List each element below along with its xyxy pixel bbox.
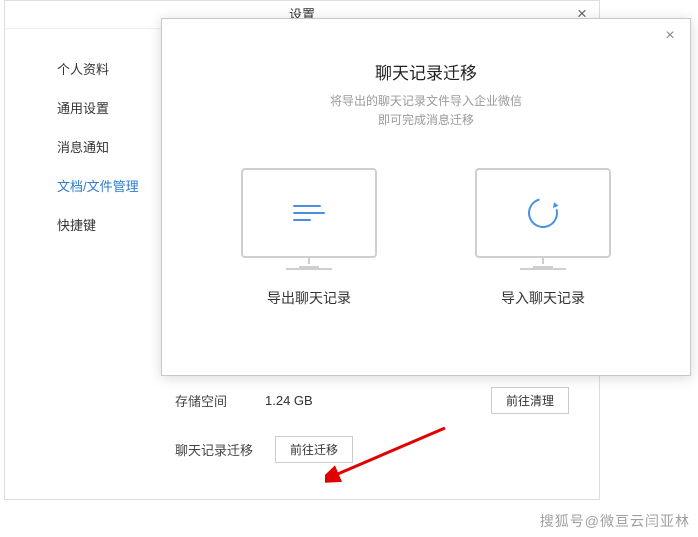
export-option[interactable]: 导出聊天记录 (209, 168, 409, 308)
storage-label: 存储空间 (175, 391, 265, 410)
migrate-label: 聊天记录迁移 (175, 440, 275, 459)
monitor-icon (475, 168, 611, 258)
storage-value: 1.24 GB (265, 393, 491, 408)
sidebar-item-label: 消息通知 (57, 140, 109, 155)
watermark: 搜狐号@微亘云闫亚林 (540, 511, 690, 531)
dialog-subtitle: 将导出的聊天记录文件导入企业微信 即可完成消息迁移 (162, 92, 690, 130)
migrate-dialog: × 聊天记录迁移 将导出的聊天记录文件导入企业微信 即可完成消息迁移 导出聊天记… (161, 18, 691, 376)
import-option[interactable]: 导入聊天记录 (443, 168, 643, 308)
refresh-icon (523, 193, 564, 234)
close-icon[interactable]: × (658, 25, 682, 49)
monitor-base (520, 268, 566, 270)
sidebar-item-files[interactable]: 文档/文件管理 (5, 166, 145, 205)
sidebar-item-notifications[interactable]: 消息通知 (5, 127, 145, 166)
cleanup-button[interactable]: 前往清理 (491, 387, 569, 414)
monitor-stand (299, 258, 319, 268)
import-label: 导入聊天记录 (443, 288, 643, 308)
migrate-button[interactable]: 前往迁移 (275, 436, 353, 463)
monitor-icon (241, 168, 377, 258)
dialog-title: 聊天记录迁移 (162, 59, 690, 84)
storage-row: 存储空间 1.24 GB 前往清理 (175, 387, 569, 414)
monitor-base (286, 268, 332, 270)
sidebar-item-label: 文档/文件管理 (57, 179, 139, 194)
dialog-options: 导出聊天记录 导入聊天记录 (162, 168, 690, 308)
sidebar-item-profile[interactable]: 个人资料 (5, 49, 145, 88)
dialog-subtitle-line: 即可完成消息迁移 (378, 113, 474, 127)
list-lines-icon (293, 200, 325, 226)
migrate-row: 聊天记录迁移 前往迁移 (175, 436, 569, 463)
sidebar-item-label: 个人资料 (57, 62, 109, 77)
dialog-subtitle-line: 将导出的聊天记录文件导入企业微信 (330, 94, 522, 108)
monitor-stand (533, 258, 553, 268)
sidebar-item-general[interactable]: 通用设置 (5, 88, 145, 127)
sidebar-item-label: 通用设置 (57, 101, 109, 116)
sidebar-item-label: 快捷键 (57, 218, 96, 233)
settings-sidebar: 个人资料 通用设置 消息通知 文档/文件管理 快捷键 (5, 29, 145, 499)
sidebar-item-shortcuts[interactable]: 快捷键 (5, 205, 145, 244)
export-label: 导出聊天记录 (209, 288, 409, 308)
